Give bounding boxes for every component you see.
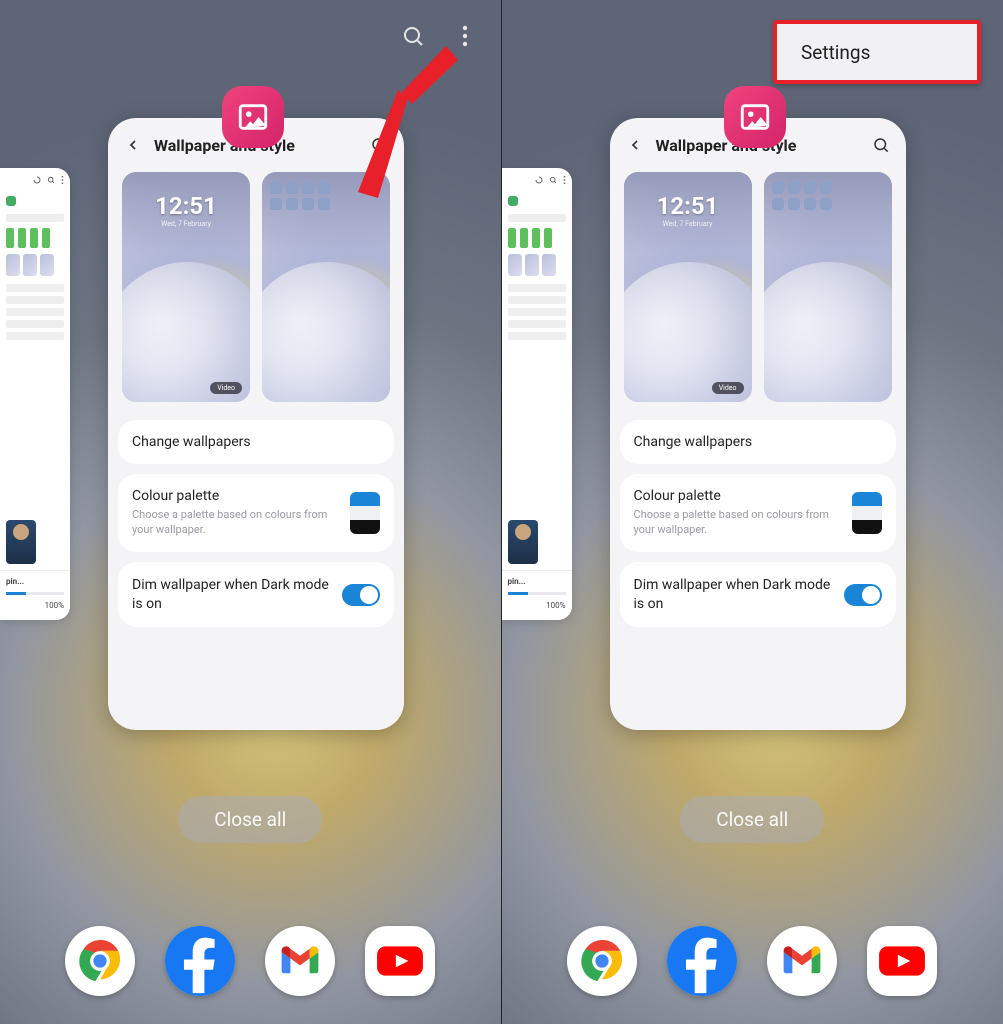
home-preview-icons bbox=[772, 182, 832, 210]
download-progress: pin... 100% bbox=[0, 570, 70, 620]
close-all-button[interactable]: Close all bbox=[178, 796, 322, 843]
palette-swatch-icon bbox=[350, 492, 380, 534]
dock-app-facebook[interactable] bbox=[165, 926, 235, 996]
colour-palette-label: Colour palette bbox=[132, 488, 340, 504]
video-badge: Video bbox=[712, 382, 744, 394]
download-progress: pin... 100% bbox=[502, 570, 572, 620]
more-options-icon[interactable] bbox=[451, 22, 479, 50]
recents-card-main[interactable]: Wallpaper and style 12:51 Wed, 7 Februar… bbox=[108, 118, 404, 730]
video-badge: Video bbox=[210, 382, 242, 394]
change-wallpapers-row[interactable]: Change wallpapers bbox=[620, 420, 896, 464]
dock-app-gmail[interactable] bbox=[265, 926, 335, 996]
wallpaper-previews: 12:51 Wed, 7 February Video bbox=[108, 172, 404, 420]
dim-label: Dim wallpaper when Dark mode is on bbox=[634, 576, 834, 614]
partial-battery-bars bbox=[502, 226, 572, 250]
home-preview-icons bbox=[270, 182, 330, 210]
dock-app-gmail[interactable] bbox=[767, 926, 837, 996]
colour-palette-desc: Choose a palette based on colours from y… bbox=[132, 508, 340, 538]
close-all-label: Close all bbox=[214, 808, 286, 831]
dim-toggle[interactable] bbox=[342, 584, 380, 606]
card-search-icon[interactable] bbox=[368, 134, 390, 156]
lock-time: 12:51 bbox=[122, 192, 250, 220]
partial-thumbs bbox=[502, 250, 572, 280]
close-all-button[interactable]: Close all bbox=[680, 796, 824, 843]
download-percent: 100% bbox=[508, 601, 566, 610]
dock-app-chrome[interactable] bbox=[567, 926, 637, 996]
recents-topbar bbox=[399, 22, 479, 50]
lock-screen-preview[interactable]: 12:51 Wed, 7 February Video bbox=[624, 172, 752, 402]
dim-toggle[interactable] bbox=[844, 584, 882, 606]
partial-toolbar bbox=[0, 168, 70, 192]
lock-time: 12:51 bbox=[624, 192, 752, 220]
lock-date: Wed, 7 February bbox=[624, 220, 752, 228]
change-wallpapers-label: Change wallpapers bbox=[634, 434, 882, 450]
change-wallpapers-row[interactable]: Change wallpapers bbox=[118, 420, 394, 464]
partial-icon-grid bbox=[502, 192, 572, 210]
dock-app-youtube[interactable] bbox=[867, 926, 937, 996]
lock-screen-preview[interactable]: 12:51 Wed, 7 February Video bbox=[122, 172, 250, 402]
settings-menu-item[interactable]: Settings bbox=[773, 20, 981, 84]
recents-card-main[interactable]: Wallpaper and style 12:51 Wed, 7 Februar… bbox=[610, 118, 906, 730]
dim-label: Dim wallpaper when Dark mode is on bbox=[132, 576, 332, 614]
home-screen-preview[interactable] bbox=[764, 172, 892, 402]
search-icon[interactable] bbox=[399, 22, 427, 50]
partial-photo bbox=[6, 520, 36, 564]
screenshot-left: pin... 100% Wallpaper and style 12:51 We… bbox=[0, 0, 502, 1024]
partial-toolbar bbox=[502, 168, 572, 192]
dim-wallpaper-row[interactable]: Dim wallpaper when Dark mode is on bbox=[118, 562, 394, 628]
partial-icon-grid bbox=[0, 192, 70, 210]
partial-thumbs bbox=[0, 250, 70, 280]
settings-label: Settings bbox=[801, 41, 870, 64]
palette-swatch-icon bbox=[852, 492, 882, 534]
dock bbox=[502, 926, 1003, 996]
colour-palette-row[interactable]: Colour palette Choose a palette based on… bbox=[118, 474, 394, 552]
download-percent: 100% bbox=[6, 601, 64, 610]
colour-palette-desc: Choose a palette based on colours from y… bbox=[634, 508, 842, 538]
dock-app-facebook[interactable] bbox=[667, 926, 737, 996]
dock bbox=[0, 926, 501, 996]
download-filename: pin... bbox=[6, 577, 64, 586]
dock-app-chrome[interactable] bbox=[65, 926, 135, 996]
download-filename: pin... bbox=[508, 577, 566, 586]
dock-app-youtube[interactable] bbox=[365, 926, 435, 996]
app-icon-gallery[interactable] bbox=[222, 86, 284, 148]
colour-palette-row[interactable]: Colour palette Choose a palette based on… bbox=[620, 474, 896, 552]
dim-wallpaper-row[interactable]: Dim wallpaper when Dark mode is on bbox=[620, 562, 896, 628]
partial-battery-bars bbox=[0, 226, 70, 250]
recents-card-partial[interactable]: pin... 100% bbox=[502, 168, 572, 620]
wallpaper-previews: 12:51 Wed, 7 February Video bbox=[610, 172, 906, 420]
home-screen-preview[interactable] bbox=[262, 172, 390, 402]
partial-photo bbox=[508, 520, 538, 564]
app-icon-gallery[interactable] bbox=[724, 86, 786, 148]
close-all-label: Close all bbox=[716, 808, 788, 831]
screenshot-right: Settings pin... 100% Wal bbox=[502, 0, 1003, 1024]
lock-date: Wed, 7 February bbox=[122, 220, 250, 228]
card-search-icon[interactable] bbox=[870, 134, 892, 156]
back-icon[interactable] bbox=[624, 134, 646, 156]
colour-palette-label: Colour palette bbox=[634, 488, 842, 504]
back-icon[interactable] bbox=[122, 134, 144, 156]
recents-card-partial[interactable]: pin... 100% bbox=[0, 168, 70, 620]
change-wallpapers-label: Change wallpapers bbox=[132, 434, 380, 450]
